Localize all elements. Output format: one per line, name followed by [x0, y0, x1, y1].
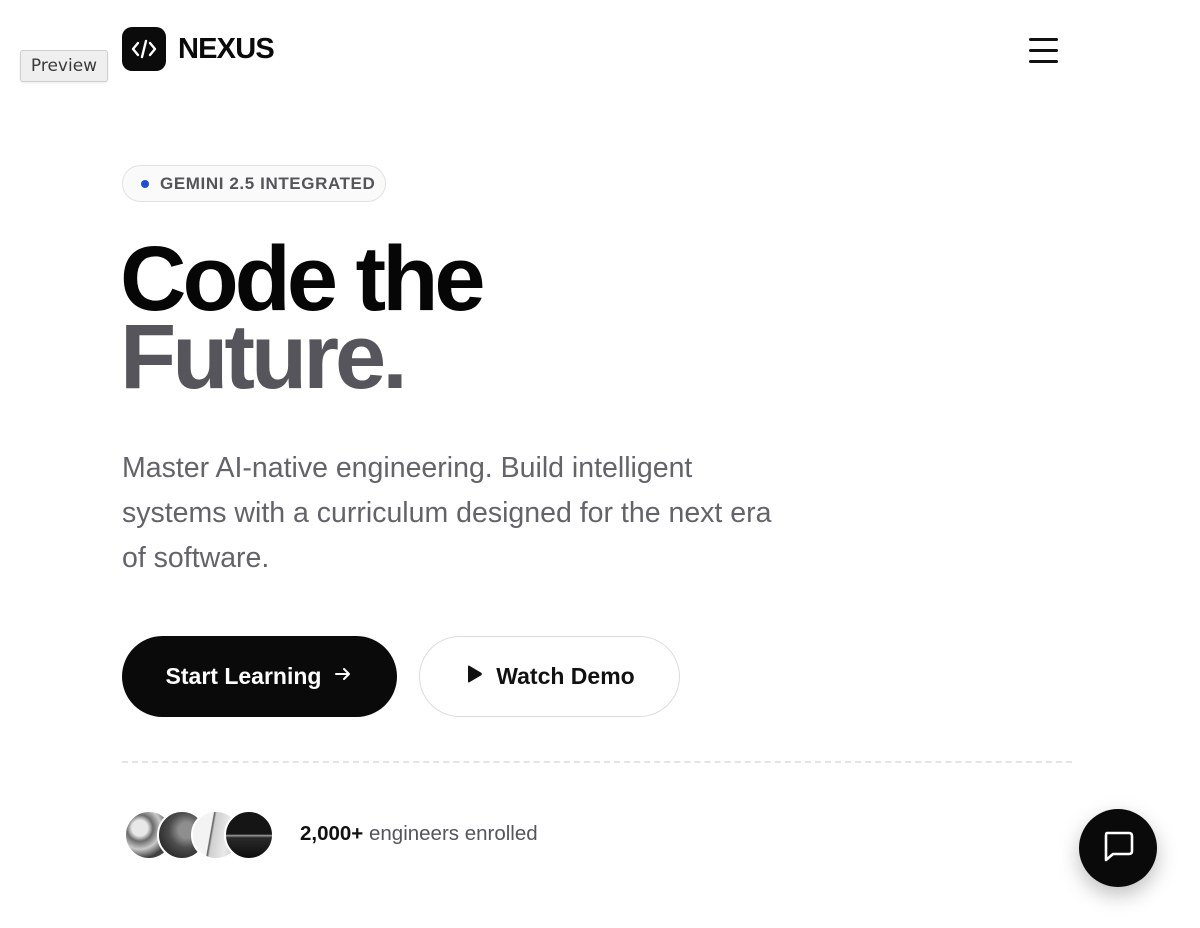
start-learning-label: Start Learning — [165, 663, 322, 689]
landing-page: Preview NEXUS GEMINI 2.5 INTEGRATED Code… — [0, 0, 1200, 928]
enrollment-stat: 2,000+ engineers enrolled — [300, 822, 538, 846]
avatar — [224, 810, 274, 860]
brand-logo[interactable]: NEXUS — [122, 27, 275, 71]
enrolled-text: engineers enrolled — [368, 822, 538, 845]
start-learning-button[interactable]: Start Learning — [122, 636, 397, 717]
section-divider — [122, 761, 1072, 763]
menu-line — [1028, 48, 1058, 52]
menu-line — [1028, 59, 1058, 63]
chat-button[interactable] — [1079, 809, 1157, 887]
chat-bubble-icon — [1098, 826, 1138, 871]
code-brackets-icon — [122, 27, 166, 71]
enrolled-count: 2,000+ — [300, 822, 364, 845]
arrow-right-icon — [333, 663, 353, 690]
hero-description: Master AI-native engineering. Build inte… — [122, 452, 772, 574]
watch-demo-button[interactable]: Watch Demo — [419, 636, 680, 717]
play-icon — [464, 663, 484, 690]
avatar-group — [124, 810, 276, 860]
menu-line — [1028, 37, 1058, 41]
hero-headline: Code the Future. — [120, 233, 486, 403]
hamburger-menu-icon[interactable] — [1022, 30, 1064, 70]
preview-label[interactable]: Preview — [20, 50, 108, 82]
badge-text: GEMINI 2.5 INTEGRATED — [160, 173, 376, 193]
brand-name: NEXUS — [178, 32, 275, 65]
status-dot-icon — [141, 179, 149, 188]
integration-badge: GEMINI 2.5 INTEGRATED — [122, 165, 386, 202]
watch-demo-label: Watch Demo — [496, 663, 635, 689]
